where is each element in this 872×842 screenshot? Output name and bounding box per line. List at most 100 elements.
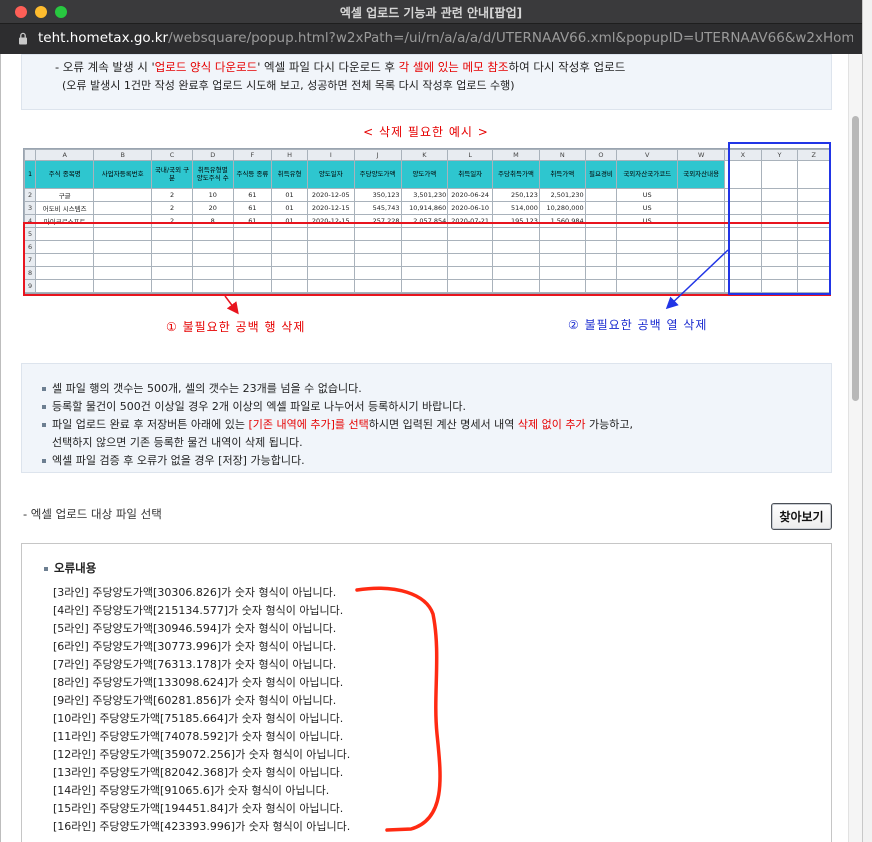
data-cell: US <box>616 187 679 202</box>
error-item: [11라인] 주당양도가액[74078.592]가 숫자 형식이 아닙니다. <box>53 730 344 743</box>
column-letter: M <box>492 149 540 161</box>
error-item: [4라인] 주당양도가액[215134.577]가 숫자 형식이 아닙니다. <box>53 604 344 617</box>
error-item: [13라인] 주당양도가액[82042.368]가 숫자 형식이 아닙니다. <box>53 766 344 779</box>
browse-file-button[interactable]: 찾아보기 <box>771 503 832 530</box>
error-item: [12라인] 주당양도가액[359072.256]가 숫자 형식이 아닙니다. <box>53 748 351 761</box>
data-cell: 10,280,000 <box>538 200 586 215</box>
url-host: teht.hometax.go.kr <box>38 30 169 46</box>
address-bar[interactable]: teht.hometax.go.kr/websquare/popup.html?… <box>0 24 862 54</box>
header-cell: 국내/국외 구분 <box>151 159 193 189</box>
data-cell: 61 <box>232 187 273 202</box>
header-cell: 양도일자 <box>306 159 355 189</box>
sheet-data-row: 2 구글 2 10 61 01 2020-12-05 350,123 3,501,230 2020… <box>23 187 830 202</box>
url-path: /websquare/popup.html?w2xPath=/ui/rn/a/a… <box>168 30 853 46</box>
upload-notes-box: 셀 파일 행의 갯수는 500개, 셀의 갯수는 23개를 넘을 수 없습니다.… <box>21 363 832 473</box>
header-cell: 취득일자 <box>447 159 494 189</box>
bullet-icon <box>42 423 46 427</box>
error-item: [7라인] 주당양도가액[76313.178]가 숫자 형식이 아닙니다. <box>53 658 337 671</box>
header-cell: 사업자등록번호 <box>93 159 153 189</box>
bullet-icon <box>44 566 48 571</box>
error-item: [3라인] 주당양도가액[30306.826]가 숫자 형식이 아닙니다. <box>53 586 337 599</box>
data-cell: 61 <box>232 200 273 215</box>
window-titlebar: 엑셀 업로드 기능과 관련 안내[팝업] <box>0 0 862 24</box>
data-cell: 2 <box>151 200 193 215</box>
data-cell: 2020-06-10 <box>447 200 494 215</box>
data-cell: 20 <box>191 200 234 215</box>
data-cell: 2020-12-15 <box>306 200 355 215</box>
error-item: [9라인] 주당양도가액[60281.856]가 숫자 형식이 아닙니다. <box>53 694 337 707</box>
column-letter: C <box>151 149 193 161</box>
data-cell: 2020-12-05 <box>306 187 355 202</box>
sheet-header-row: 1 주식 종목명 사업자등록번호 국내/국외 구분 취득유형별 양도주식 수 주식등 종류… <box>23 159 830 189</box>
header-cell: 주당양도가액 <box>353 159 402 189</box>
data-cell <box>93 200 153 215</box>
annotation-delete-columns: ② 불필요한 공백 열 삭제 <box>568 318 708 332</box>
bullet-icon <box>42 387 46 391</box>
header-cell: 주식 종목명 <box>35 159 95 189</box>
error-result-box: 오류내용 [3라인] 주당양도가액[30306.826]가 숫자 형식이 아닙니… <box>21 543 832 842</box>
data-cell: 514,000 <box>492 200 540 215</box>
data-cell: 250,123 <box>492 187 540 202</box>
help-line-1: - 오류 계속 발생 시 '업로드 양식 다운로드' 엑셀 파일 다시 다운로드… <box>55 60 626 74</box>
row-number: 2 <box>23 187 37 202</box>
empty-columns-highlight <box>728 142 831 295</box>
header-cell: 국외자산내용 <box>677 159 726 189</box>
column-letter: I <box>306 149 355 161</box>
column-letter: K <box>400 149 449 161</box>
header-cell: 주식등 종류 <box>232 159 273 189</box>
column-letter: H <box>271 149 308 161</box>
annotation-delete-rows: ① 불필요한 공백 행 삭제 <box>166 320 306 334</box>
header-cell: 주당취득가액 <box>492 159 540 189</box>
column-letter: L <box>447 149 494 161</box>
header-cell: 필요경비 <box>584 159 618 189</box>
data-cell: US <box>616 200 679 215</box>
data-cell: 2 <box>151 187 193 202</box>
bullet-icon <box>42 459 46 463</box>
data-cell: 545,743 <box>353 200 402 215</box>
column-letter: F <box>232 149 273 161</box>
data-cell: 350,123 <box>353 187 402 202</box>
column-letter: D <box>191 149 234 161</box>
corner-cell <box>23 149 37 161</box>
column-letter: W <box>677 149 726 161</box>
data-cell: 01 <box>271 200 308 215</box>
note-item: 파일 업로드 완료 후 저장버튼 아래에 있는 [기존 내역에 추가]를 선택하… <box>42 416 633 432</box>
header-cell: 취득유형별 양도주식 수 <box>191 159 234 189</box>
note-item: 셀 파일 행의 갯수는 500개, 셀의 갯수는 23개를 넘을 수 없습니다. <box>42 380 362 396</box>
background-page-edge <box>862 0 872 842</box>
data-cell <box>93 187 153 202</box>
file-select-label: - 엑셀 업로드 대상 파일 선택 <box>23 507 162 521</box>
header-cell: 양도가액 <box>400 159 449 189</box>
error-item: [16라인] 주당양도가액[423393.996]가 숫자 형식이 아닙니다. <box>53 820 351 833</box>
data-cell: 10 <box>191 187 234 202</box>
window-title: 엑셀 업로드 기능과 관련 안내[팝업] <box>339 6 523 20</box>
help-line-2: (오류 발생시 1건만 작성 완료후 업로드 시도해 보고, 성공하면 전체 목… <box>62 79 515 92</box>
header-cell: 국외자산국가코드 <box>616 159 679 189</box>
sheet-data-row: 3 어도비 시스템즈 2 20 61 01 2020-12-15 545,743 10,914,… <box>23 200 830 215</box>
data-cell <box>584 187 618 202</box>
error-item: [15라인] 주당양도가액[194451.84]가 숫자 형식이 아닙니다. <box>53 802 344 815</box>
row-number: 3 <box>23 200 37 215</box>
error-list: [3라인] 주당양도가액[30306.826]가 숫자 형식이 아닙니다. [4라… <box>53 584 350 836</box>
popup-content: - 오류 계속 발생 시 '업로드 양식 다운로드' 엑셀 파일 다시 다운로드… <box>0 54 862 842</box>
header-cell: 취득가액 <box>538 159 586 189</box>
error-item: [5라인] 주당양도가액[30946.594]가 숫자 형식이 아닙니다. <box>53 622 337 635</box>
lock-icon <box>19 32 27 45</box>
error-title: 오류내용 <box>44 560 96 576</box>
data-cell: 구글 <box>35 187 95 202</box>
popup-scrollbar[interactable] <box>848 54 862 842</box>
data-cell <box>677 187 726 202</box>
column-letter: N <box>538 149 586 161</box>
column-letter-row: ABCDFHIJKLMNOVWXYZ <box>23 149 830 161</box>
column-letter: V <box>616 149 679 161</box>
error-item: [14라인] 주당양도가액[91065.6]가 숫자 형식이 아닙니다. <box>53 784 330 797</box>
data-cell: 2020-06-24 <box>447 187 494 202</box>
note-item: 등록할 물건이 500건 이상일 경우 2개 이상의 엑셀 파일로 나누어서 등… <box>42 398 466 414</box>
scrollbar-thumb[interactable] <box>852 116 859 401</box>
data-cell: 3,501,230 <box>400 187 449 202</box>
data-cell <box>584 200 618 215</box>
bullet-icon <box>42 405 46 409</box>
error-help-box: - 오류 계속 발생 시 '업로드 양식 다운로드' 엑셀 파일 다시 다운로드… <box>21 54 832 110</box>
url-text[interactable]: teht.hometax.go.kr/websquare/popup.html?… <box>38 30 853 46</box>
header-cell: 취득유형 <box>271 159 308 189</box>
